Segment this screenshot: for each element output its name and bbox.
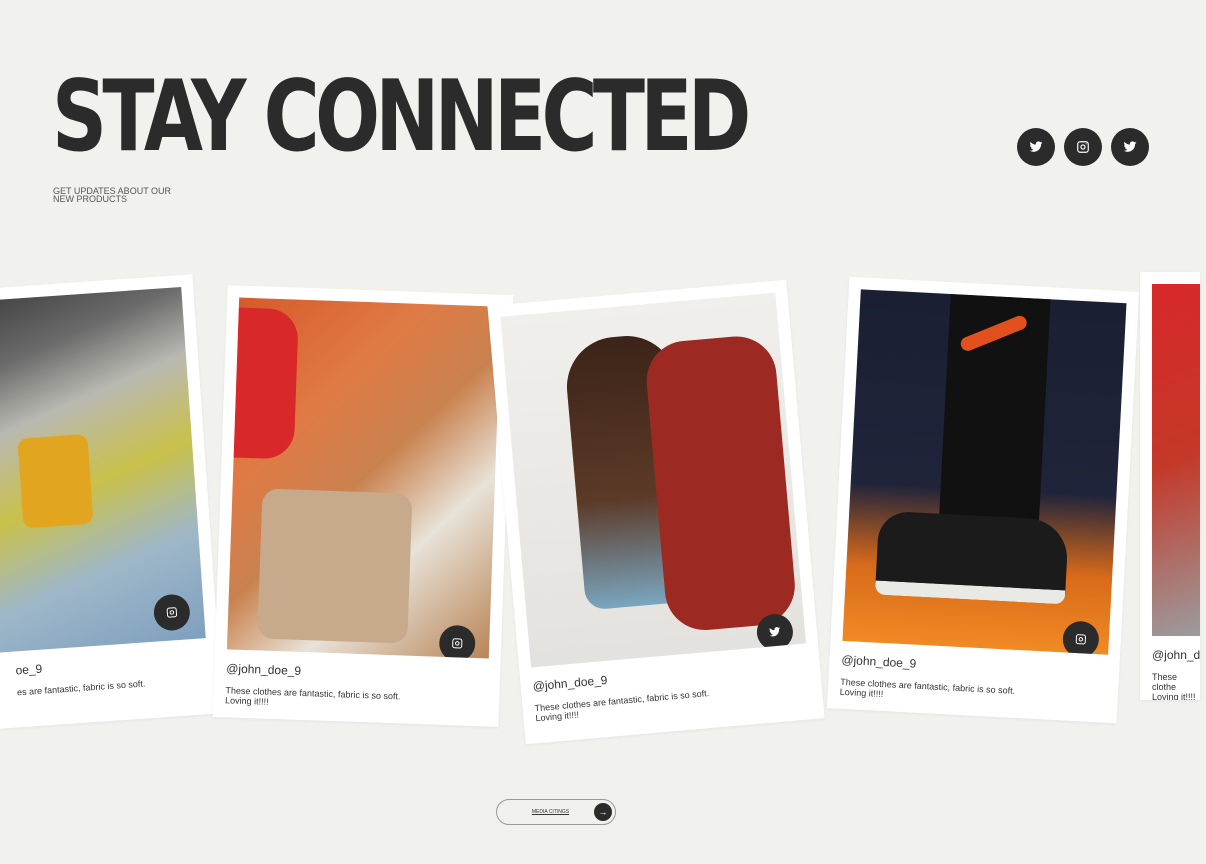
twitter-link[interactable] <box>1111 128 1149 166</box>
twitter-link[interactable] <box>1017 128 1055 166</box>
sneaker-shape <box>874 510 1070 605</box>
post-card[interactable]: @john_doe_9 These clothes are fantastic,… <box>826 276 1140 724</box>
media-citings-button[interactable]: MEDIA CITINGS → <box>496 799 616 825</box>
post-source-badge[interactable] <box>1061 620 1100 655</box>
post-caption: es are fantastic, fabric is so soft. <box>16 678 146 698</box>
post-card[interactable]: @john_dc These clothe Loving it!!!! <box>1140 272 1200 700</box>
post-source-badge[interactable] <box>152 593 192 632</box>
post-source-badge[interactable] <box>755 612 795 652</box>
arrow-right-icon: → <box>594 803 612 821</box>
page-subtitle: GET UPDATES ABOUT OUR NEW PRODUCTS <box>53 186 172 204</box>
post-caption: These clothe Loving it!!!! <box>1152 672 1196 700</box>
post-photo <box>842 289 1127 655</box>
post-handle[interactable]: @john_dc <box>1152 648 1200 662</box>
instagram-icon <box>1077 141 1089 153</box>
post-photo <box>226 297 502 659</box>
social-links <box>1017 128 1149 166</box>
red-garment-shape <box>643 333 799 634</box>
instagram-icon <box>166 607 178 618</box>
instagram-icon <box>1075 634 1086 645</box>
twitter-icon <box>1029 141 1043 152</box>
post-source-badge[interactable] <box>438 624 476 659</box>
post-photo <box>1152 284 1200 636</box>
instagram-icon <box>452 638 463 649</box>
red-sleeve-shape <box>233 307 299 460</box>
handbag-shape <box>257 488 413 644</box>
page-title: STAY CONNECTED <box>52 60 751 174</box>
post-card[interactable]: @john_doe_9 These clothes are fantastic,… <box>212 285 514 727</box>
post-handle[interactable]: @john_doe_9 <box>841 653 1107 681</box>
twitter-icon <box>1123 141 1137 152</box>
bag-shape <box>17 433 94 529</box>
media-citings-label: MEDIA CITINGS <box>531 809 570 815</box>
post-caption: These clothes are fantastic, fabric is s… <box>534 688 710 724</box>
post-handle[interactable]: @john_doe_9 <box>226 661 488 684</box>
post-caption: These clothes are fantastic, fabric is s… <box>839 676 1016 700</box>
post-card[interactable]: @john_doe_9 These clothes are fantastic,… <box>487 279 825 745</box>
post-photo <box>0 286 206 656</box>
post-card[interactable]: oe_9 es are fantastic, fabric is so soft… <box>0 274 224 732</box>
instagram-link[interactable] <box>1064 128 1102 166</box>
post-caption: These clothes are fantastic, fabric is s… <box>224 685 401 707</box>
post-photo <box>500 292 807 668</box>
twitter-icon <box>769 627 781 637</box>
